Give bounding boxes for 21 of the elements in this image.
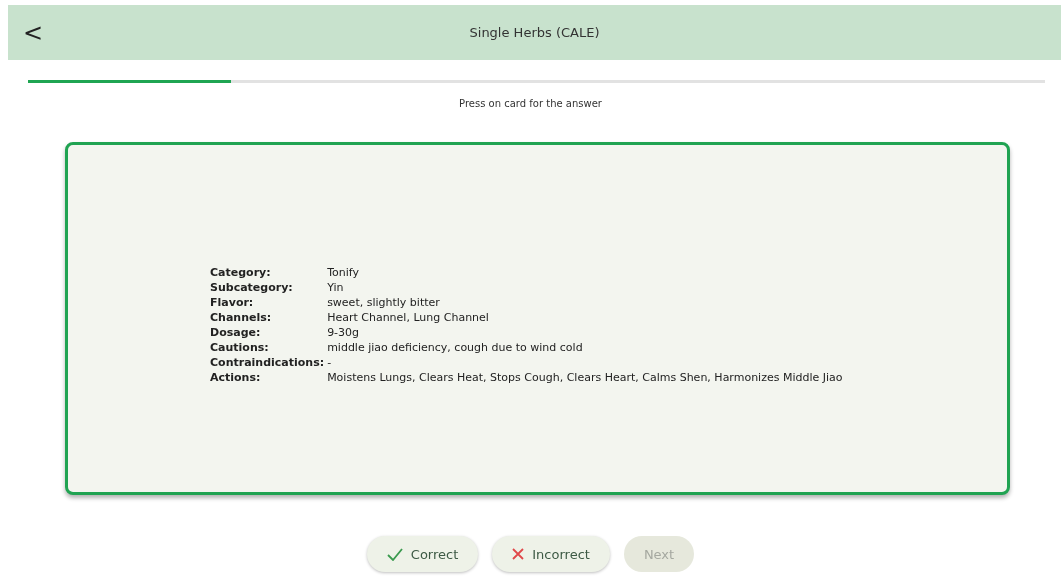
field-value: Moistens Lungs, Clears Heat, Stops Cough, Clears Heart, Calms Shen, Harmonizes Middle Jiao <box>327 370 843 384</box>
field-value: Tonify <box>327 265 360 279</box>
field-label: Cautions: <box>210 340 270 354</box>
correct-button[interactable]: Correct <box>366 536 479 572</box>
field-value: - <box>327 355 333 369</box>
field-value: sweet, slightly bitter <box>327 295 441 309</box>
field-label: Category: <box>210 265 272 279</box>
screen-title: Single Herbs (CALE) <box>468 25 601 40</box>
field-value: middle jiao deficiency, cough due to wind cold <box>327 340 584 354</box>
back-button[interactable]: < <box>8 18 58 47</box>
field-value: Heart Channel, Lung Channel <box>327 310 490 324</box>
field-label: Subcategory: <box>210 280 294 294</box>
field-value: Yin <box>327 280 345 294</box>
field-label: Channels: <box>210 310 273 324</box>
field-label: Actions: <box>210 370 262 384</box>
field-label: Flavor: <box>210 295 255 309</box>
field-label: Dosage: <box>210 325 262 339</box>
incorrect-button[interactable]: Incorrect <box>492 536 610 572</box>
field-label: Contraindications: <box>210 355 325 369</box>
hint-text: Press on card for the answer <box>458 98 603 109</box>
field-value: 9-30g <box>327 325 361 339</box>
